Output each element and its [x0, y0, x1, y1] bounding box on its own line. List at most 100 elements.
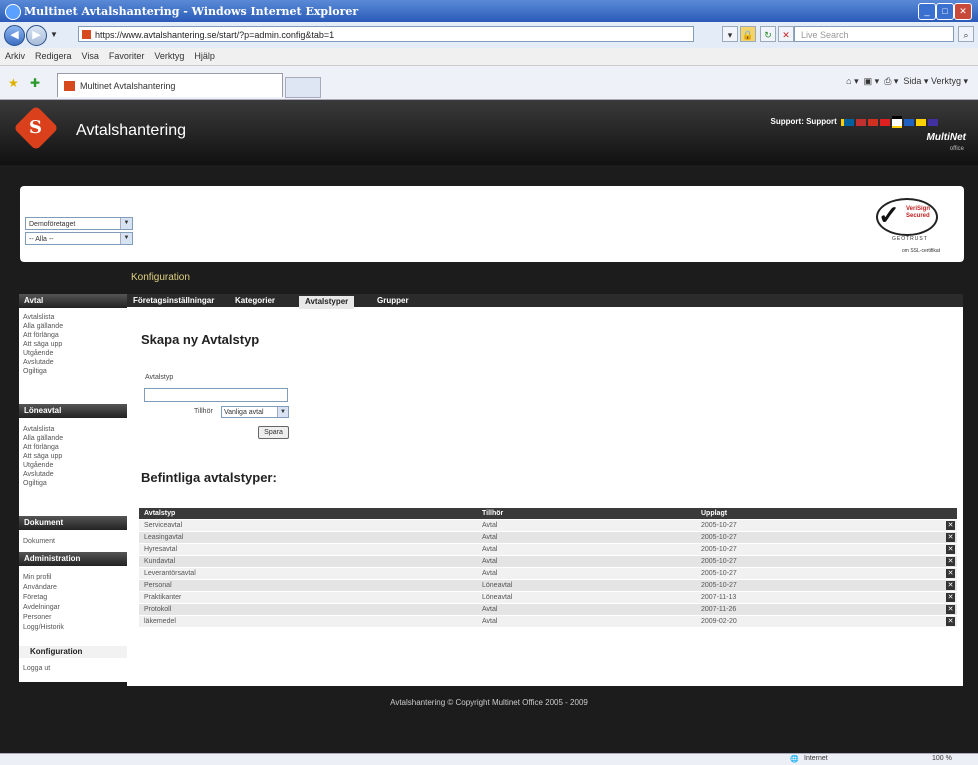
sidebar-item-foretag[interactable]: Företag	[23, 593, 47, 602]
sidebar-item-lone-utgaende[interactable]: Utgående	[23, 461, 53, 470]
flag-spain-icon[interactable]	[916, 118, 926, 126]
delete-icon[interactable]: ✕	[946, 521, 955, 530]
delete-icon[interactable]: ✕	[946, 557, 955, 566]
flag-finland-icon[interactable]	[904, 118, 914, 126]
col-upplagt[interactable]: Upplagt	[701, 508, 727, 519]
delete-icon[interactable]: ✕	[946, 617, 955, 626]
back-button[interactable]: ◀	[4, 25, 25, 46]
sidebar-item-avslutade[interactable]: Avslutade	[23, 358, 54, 367]
avtalstyp-input[interactable]	[144, 388, 288, 402]
col-tillhor[interactable]: Tillhör	[482, 508, 503, 519]
stop-icon[interactable]: ✕	[778, 26, 794, 42]
sidebar-item-dokument[interactable]: Dokument	[23, 537, 55, 546]
delete-icon[interactable]: ✕	[946, 593, 955, 602]
home-icon[interactable]: ⌂ ▾	[846, 76, 858, 86]
menu-hjalp[interactable]: Hjälp	[189, 48, 220, 61]
delete-icon[interactable]: ✕	[946, 533, 955, 542]
sidebar-item-att-forlanga[interactable]: Att förlänga	[23, 331, 59, 340]
search-icon[interactable]: ⌕	[958, 26, 974, 42]
lock-icon[interactable]: 🔒	[740, 26, 756, 42]
save-button[interactable]: Spara	[258, 426, 289, 439]
table-row[interactable]: Leasingavtal Avtal 2005-10-27 ✕	[139, 532, 957, 543]
sidebar-item-lone-att-saga-upp[interactable]: Att säga upp	[23, 452, 62, 461]
menu-visa[interactable]: Visa	[77, 48, 104, 61]
sidebar-item-logga-ut[interactable]: Logga ut	[23, 664, 50, 673]
delete-icon[interactable]: ✕	[946, 569, 955, 578]
scope-select[interactable]: -- Alla -- ▼	[25, 232, 133, 245]
table-row[interactable]: Protokoll Avtal 2007-11-26 ✕	[139, 604, 957, 615]
sidebar-item-anvandare[interactable]: Användare	[23, 583, 57, 592]
delete-icon[interactable]: ✕	[946, 605, 955, 614]
col-avtalstyp[interactable]: Avtalstyp	[144, 508, 175, 519]
sidebar-item-utgaende[interactable]: Utgående	[23, 349, 53, 358]
tillhor-select[interactable]: Vanliga avtal ▼	[221, 406, 289, 418]
page-tools-menu[interactable]: Sida ▾ Verktyg ▾	[903, 76, 968, 86]
delete-icon[interactable]: ✕	[946, 581, 955, 590]
favorites-star-icon[interactable]: ★	[8, 76, 19, 90]
sidebar-item-ogiltiga[interactable]: Ogiltiga	[23, 367, 47, 376]
sidebar-item-lone-att-forlanga[interactable]: Att förlänga	[23, 443, 59, 452]
table-row[interactable]: Personal Löneavtal 2005-10-27 ✕	[139, 580, 957, 591]
flag-sweden-icon[interactable]	[841, 118, 854, 126]
sidebar-item-avtalslista[interactable]: Avtalslista	[23, 313, 54, 322]
add-favorite-icon[interactable]: ✚	[30, 76, 40, 90]
flag-germany-icon[interactable]	[892, 116, 902, 128]
url-input[interactable]: https://www.avtalshantering.se/start/?p=…	[78, 26, 694, 42]
maximize-button[interactable]: □	[936, 3, 954, 20]
flag-norway-icon[interactable]	[880, 118, 890, 126]
flag-uk-icon[interactable]	[856, 118, 866, 126]
window-title: Multinet Avtalshantering - Windows Inter…	[24, 5, 359, 18]
menu-favoriter[interactable]: Favoriter	[104, 48, 150, 61]
sidebar-item-lone-alla-gallande[interactable]: Alla gällande	[23, 434, 63, 443]
table-row[interactable]: Kundavtal Avtal 2005-10-27 ✕	[139, 556, 957, 567]
cell-tillhor: Avtal	[482, 522, 498, 529]
sidebar-item-alla-gallande[interactable]: Alla gällande	[23, 322, 63, 331]
verisign-seal[interactable]: ✓ VeriSign Secured GEOTRUST om SSL-certif…	[868, 194, 952, 254]
sidebar-item-lone-ogiltiga[interactable]: Ogiltiga	[23, 479, 47, 488]
config-tabs: Företagsinställningar Kategorier Avtalst…	[127, 294, 963, 309]
table-row[interactable]: Praktikanter Löneavtal 2007-11-13 ✕	[139, 592, 957, 603]
browser-tab-active[interactable]: Multinet Avtalshantering	[57, 73, 283, 97]
feeds-icon[interactable]: ▣ ▾	[864, 76, 880, 86]
flag-france-icon[interactable]	[928, 118, 938, 126]
flag-denmark-icon[interactable]	[868, 118, 878, 126]
command-bar[interactable]: ⌂ ▾ ▣ ▾ ⎙ ▾ Sida ▾ Verktyg ▾	[846, 76, 968, 87]
brand-sub: office	[949, 146, 964, 152]
nav-dropdown-icon[interactable]: ▼	[50, 30, 58, 39]
search-input[interactable]: Live Search	[794, 26, 954, 42]
tab-grupper[interactable]: Grupper	[377, 294, 409, 307]
table-row[interactable]: Hyresavtal Avtal 2005-10-27 ✕	[139, 544, 957, 555]
table-header: Avtalstyp Tillhör Upplagt	[139, 508, 957, 519]
sidebar-item-min-profil[interactable]: Min profil	[23, 573, 51, 582]
sidebar-item-personer[interactable]: Personer	[23, 613, 51, 622]
sidebar-item-lone-avslutade[interactable]: Avslutade	[23, 470, 54, 479]
cell-avtalstyp: Protokoll	[144, 606, 172, 613]
menu-verktyg[interactable]: Verktyg	[149, 48, 189, 61]
sidebar-item-lone-avtalslista[interactable]: Avtalslista	[23, 425, 54, 434]
sidebar-item-logg-historik[interactable]: Logg/Historik	[23, 623, 64, 632]
delete-icon[interactable]: ✕	[946, 545, 955, 554]
minimize-button[interactable]: _	[918, 3, 936, 20]
table-row[interactable]: läkemedel Avtal 2009-02-20 ✕	[139, 616, 957, 627]
company-select[interactable]: Demoföretaget ▼	[25, 217, 133, 230]
refresh-icon[interactable]: ↻	[760, 26, 776, 42]
table-row[interactable]: Leverantörsavtal Avtal 2005-10-27 ✕	[139, 568, 957, 579]
support-link[interactable]: Support: Support	[771, 116, 938, 128]
tab-avtalstyper[interactable]: Avtalstyper	[299, 296, 355, 309]
new-tab-button[interactable]	[285, 77, 321, 98]
sidebar-item-konfiguration[interactable]: Konfiguration	[19, 646, 128, 658]
sidebar-item-att-saga-upp[interactable]: Att säga upp	[23, 340, 62, 349]
close-window-button[interactable]: ✕	[954, 3, 972, 20]
zoom-level[interactable]: 100 %	[932, 755, 952, 762]
cell-avtalstyp: läkemedel	[144, 618, 176, 625]
print-icon[interactable]: ⎙ ▾	[884, 76, 898, 86]
ssl-cert-link[interactable]: om SSL-certifikat	[902, 248, 940, 254]
sidebar-item-avdelningar[interactable]: Avdelningar	[23, 603, 60, 612]
url-dropdown-icon[interactable]: ▾	[722, 26, 738, 42]
tab-foretagsinstallningar[interactable]: Företagsinställningar	[133, 294, 214, 307]
tab-kategorier[interactable]: Kategorier	[235, 294, 275, 307]
menu-redigera[interactable]: Redigera	[30, 48, 77, 61]
menu-arkiv[interactable]: Arkiv	[0, 48, 30, 61]
table-row[interactable]: Serviceavtal Avtal 2005-10-27 ✕	[139, 520, 957, 531]
forward-button[interactable]: ▶	[26, 25, 47, 46]
